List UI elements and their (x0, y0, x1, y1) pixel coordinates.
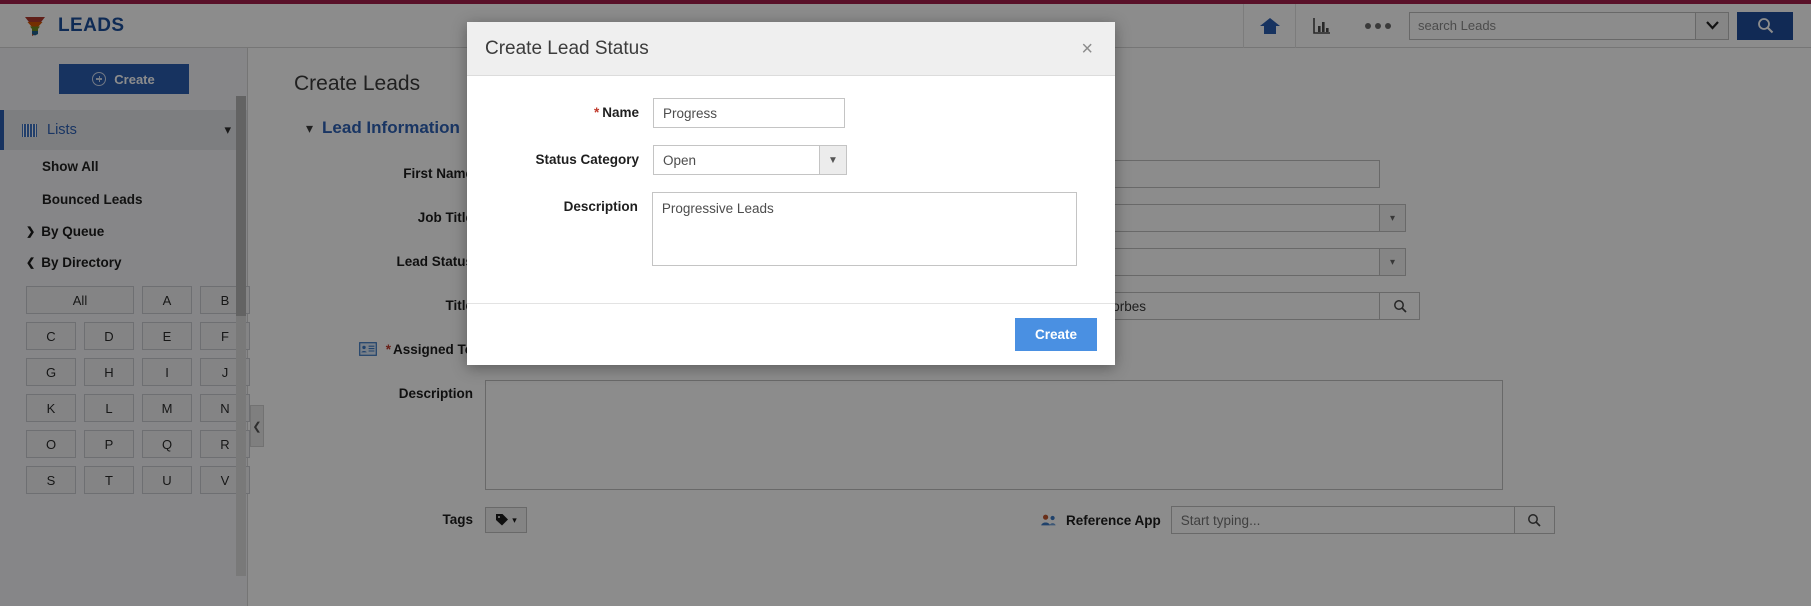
required-asterisk: * (594, 105, 602, 120)
modal-create-button[interactable]: Create (1015, 318, 1097, 351)
modal-status-category-value[interactable]: Open (653, 145, 819, 175)
modal-header: Create Lead Status × (467, 22, 1115, 76)
modal-status-category-label: Status Category (485, 145, 653, 175)
modal-name-label: *Name (485, 98, 653, 128)
modal-name-label-text: Name (602, 105, 639, 120)
modal-body: *Name Progress Status Category Open ▼ De… (467, 76, 1115, 303)
caret-down-icon[interactable]: ▼ (819, 145, 847, 175)
modal-field-description: Description Progressive Leads (485, 192, 1077, 266)
close-icon[interactable]: × (1077, 39, 1097, 59)
modal-field-name: *Name Progress (485, 98, 1077, 128)
app-root: LEADS (0, 0, 1811, 606)
modal-description-label: Description (485, 192, 652, 222)
modal-footer: Create (467, 303, 1115, 365)
modal-name-input[interactable]: Progress (653, 98, 845, 128)
modal-status-category-select[interactable]: Open ▼ (653, 145, 847, 175)
modal-title: Create Lead Status (485, 38, 1077, 60)
modal-description-textarea[interactable]: Progressive Leads (652, 192, 1077, 266)
create-lead-status-modal: Create Lead Status × *Name Progress Stat… (467, 22, 1115, 365)
modal-field-status-category: Status Category Open ▼ (485, 145, 1077, 175)
